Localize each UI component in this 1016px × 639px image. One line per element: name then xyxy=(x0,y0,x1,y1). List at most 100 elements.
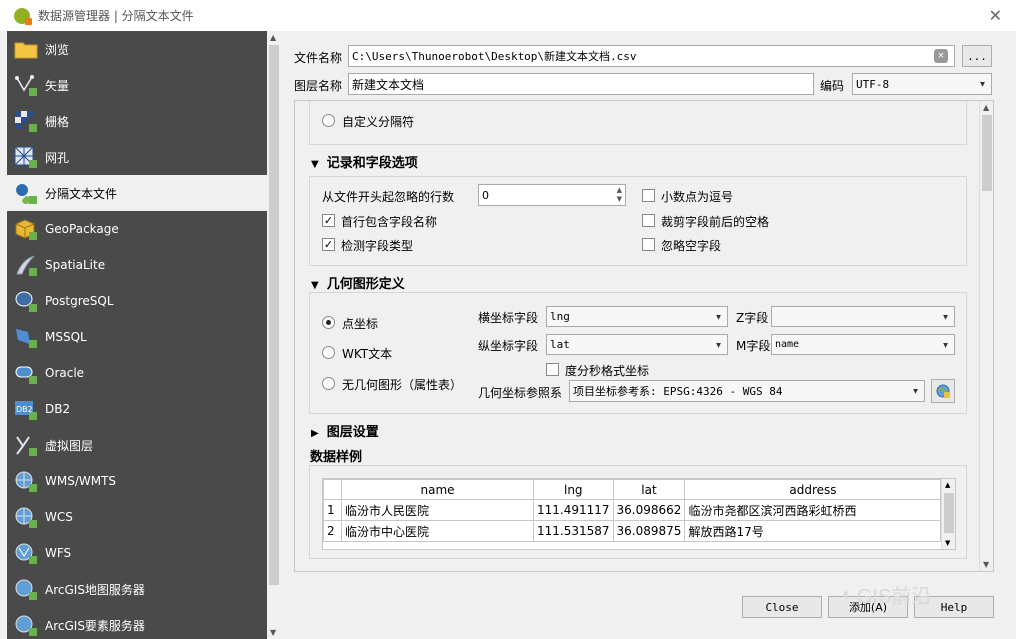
x-field-select[interactable]: lng ▼ xyxy=(546,306,728,327)
file-name-label: 文件名称 xyxy=(294,51,343,65)
column-header[interactable]: address xyxy=(684,479,942,500)
sidebar-item[interactable]: PostgreSQL xyxy=(7,283,267,319)
sidebar-scrollbar[interactable]: ▲ ▼ xyxy=(267,31,281,639)
sidebar-item[interactable]: ArcGIS要素服务器 xyxy=(7,607,267,639)
discard-empty-label: 忽略空字段 xyxy=(661,239,722,253)
decimal-comma-checkbox[interactable] xyxy=(642,189,655,202)
raster-add-icon xyxy=(12,108,40,134)
sidebar-item[interactable]: DB2 DB2 xyxy=(7,391,267,427)
sidebar-item[interactable]: Oracle xyxy=(7,355,267,391)
table-cell: 36.098662 xyxy=(612,499,686,521)
custom-delimiter-radio[interactable] xyxy=(322,114,335,127)
sidebar-item-label: MSSQL xyxy=(45,330,87,344)
scroll-up-icon[interactable]: ▲ xyxy=(945,481,950,489)
table-scroll-thumb[interactable] xyxy=(944,493,954,533)
z-field-select[interactable]: ▼ xyxy=(771,306,955,327)
watermark-text: GIS前沿 xyxy=(856,586,932,608)
geometry-section-header[interactable]: ▼ 几何图形定义 xyxy=(311,273,405,292)
sample-data-group: name lng lat address 1 临汾市人民医院 111.49111… xyxy=(309,465,967,559)
column-header[interactable]: lat xyxy=(612,479,686,500)
watermark: ◐ GIS前沿 xyxy=(842,580,931,609)
sidebar-item[interactable]: 矢量 xyxy=(7,67,267,103)
close-button[interactable]: Close xyxy=(742,596,822,618)
table-row[interactable]: 1 临汾市人民医院 111.491117 36.098662 临汾市尧都区滨河西… xyxy=(323,499,942,521)
first-record-header-checkbox[interactable]: ✓ xyxy=(322,214,335,227)
sidebar-item[interactable]: 浏览 xyxy=(7,31,267,67)
sidebar-item[interactable]: 虚拟图层 xyxy=(7,427,267,463)
layer-settings-section-header[interactable]: ▶ 图层设置 xyxy=(311,421,379,440)
sidebar-item[interactable]: WCS xyxy=(7,499,267,535)
sidebar-item-label: WMS/WMTS xyxy=(45,474,117,488)
table-scrollbar[interactable]: ▲ ▼ xyxy=(941,479,955,549)
file-path-input[interactable]: C:\Users\Thunoerobot\Desktop\新建文本文档.csv … xyxy=(348,45,955,67)
trim-fields-checkbox[interactable] xyxy=(642,214,655,227)
sidebar-item[interactable]: ArcGIS地图服务器 xyxy=(7,571,267,607)
spin-arrows-icon[interactable]: ▲ ▼ xyxy=(617,186,622,204)
sidebar-item[interactable]: 分隔文本文件 xyxy=(7,175,267,211)
table-cell: 临汾市中心医院 xyxy=(341,520,534,542)
sample-table: name lng lat address 1 临汾市人民医院 111.49111… xyxy=(323,479,942,542)
crs-label: 几何坐标参照系 xyxy=(478,386,563,400)
scroll-down-icon[interactable]: ▼ xyxy=(270,628,276,637)
y-field-value: lat xyxy=(550,338,570,351)
dms-label: 度分秒格式坐标 xyxy=(565,364,650,378)
mssql-icon xyxy=(12,324,40,350)
sidebar-item[interactable]: GeoPackage xyxy=(7,211,267,247)
sidebar-item-label: 矢量 xyxy=(45,78,70,93)
clear-icon[interactable]: ✕ xyxy=(934,49,948,63)
scroll-down-icon[interactable]: ▼ xyxy=(945,539,950,547)
skip-lines-label: 从文件开头起忽略的行数 xyxy=(322,190,455,204)
sidebar-item[interactable]: 栅格 xyxy=(7,103,267,139)
table-row[interactable]: 2 临汾市中心医院 111.531587 36.089875 解放西路17号 xyxy=(323,520,942,542)
sidebar-item[interactable]: 网孔 xyxy=(7,139,267,175)
column-header[interactable]: lng xyxy=(533,479,614,500)
crs-selector-button[interactable] xyxy=(931,379,955,403)
sidebar-item-label: Oracle xyxy=(45,366,85,380)
m-field-select[interactable]: name ▼ xyxy=(771,334,955,355)
sidebar-item-label: 网孔 xyxy=(45,150,70,165)
records-section-header[interactable]: ▼ 记录和字段选项 xyxy=(311,152,418,171)
sidebar-item[interactable]: WMS/WMTS xyxy=(7,463,267,499)
geometry-section-title: 几何图形定义 xyxy=(326,277,405,292)
discard-empty-checkbox[interactable] xyxy=(642,238,655,251)
dms-checkbox[interactable] xyxy=(546,363,559,376)
row-number: 1 xyxy=(323,499,342,521)
browse-button[interactable]: ... xyxy=(962,45,992,67)
options-scrollbar[interactable]: ▲ ▼ xyxy=(979,101,993,571)
wms-icon xyxy=(12,468,40,494)
y-field-select[interactable]: lat ▼ xyxy=(546,334,728,355)
skip-lines-spinbox[interactable]: 0 ▲ ▼ xyxy=(478,184,626,206)
scroll-up-icon[interactable]: ▲ xyxy=(983,103,989,112)
sidebar-item[interactable]: SpatiaLite xyxy=(7,247,267,283)
close-window-icon[interactable]: ✕ xyxy=(989,6,1002,25)
sidebar-scroll-thumb[interactable] xyxy=(269,45,279,585)
sidebar-item[interactable]: WFS xyxy=(7,535,267,571)
wechat-icon: ◐ xyxy=(842,584,853,604)
layer-name-label: 图层名称 xyxy=(294,79,343,93)
table-header-row: name lng lat address xyxy=(323,479,942,500)
table-cell: 111.531587 xyxy=(533,520,614,542)
no-geometry-radio[interactable] xyxy=(322,377,335,390)
crs-select[interactable]: 项目坐标参考系: EPSG:4326 - WGS 84 ▼ xyxy=(569,380,925,402)
column-header[interactable]: name xyxy=(341,479,534,500)
scroll-up-icon[interactable]: ▲ xyxy=(270,33,276,42)
layer-settings-title: 图层设置 xyxy=(326,425,379,440)
chevron-down-icon: ▼ xyxy=(913,386,918,396)
mesh-add-icon xyxy=(12,144,40,170)
point-coordinates-radio[interactable] xyxy=(322,316,335,329)
wcs-icon xyxy=(12,504,40,530)
encoding-select[interactable]: UTF-8 ▼ xyxy=(852,73,992,95)
globe-icon xyxy=(936,384,950,398)
row-number-header xyxy=(323,479,342,500)
layer-name-value: 新建文本文档 xyxy=(352,77,425,92)
wkt-radio[interactable] xyxy=(322,346,335,359)
sidebar-item[interactable]: MSSQL xyxy=(7,319,267,355)
decimal-comma-label: 小数点为逗号 xyxy=(661,190,734,204)
oracle-icon xyxy=(12,360,40,386)
detect-types-checkbox[interactable]: ✓ xyxy=(322,238,335,251)
y-field-label: 纵坐标字段 xyxy=(478,339,539,353)
options-scroll-thumb[interactable] xyxy=(982,115,992,191)
scroll-down-icon[interactable]: ▼ xyxy=(983,560,989,569)
sidebar-item-label: 分隔文本文件 xyxy=(45,186,118,201)
layer-name-input[interactable]: 新建文本文档 xyxy=(348,73,814,95)
